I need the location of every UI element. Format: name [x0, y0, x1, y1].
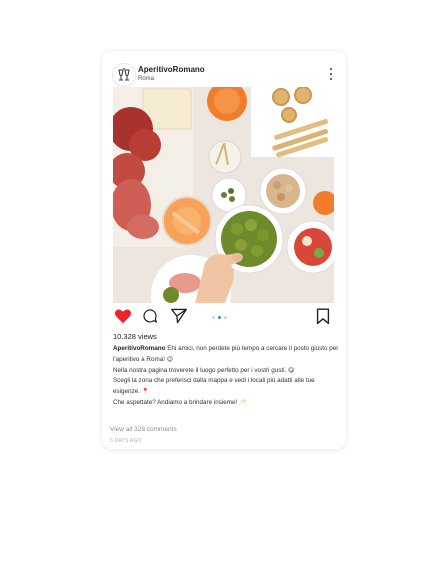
post-photo[interactable]: [113, 87, 334, 303]
post-timestamp: 5 DAYS AGO: [110, 438, 142, 444]
comment-bubble-icon: [143, 309, 157, 323]
aperitivo-table-image: [113, 87, 334, 303]
pin-emoji: 📍: [141, 389, 150, 396]
post-caption: AperitivoRomano Ehi amici, non perdete p…: [113, 344, 341, 409]
send-icon: [171, 308, 187, 324]
post-header: AperitivoRomano Roma: [112, 61, 336, 87]
view-comments-link[interactable]: View all 328 comments: [110, 426, 177, 433]
caption-line-2: Nella nostra pagina troverete il luogo p…: [113, 366, 287, 374]
post-username[interactable]: AperitivoRomano: [138, 65, 205, 74]
cheers-emoji: 🥂: [239, 399, 247, 406]
wink-emoji: 😉: [166, 356, 173, 363]
cheers-glasses-logo-icon: [118, 67, 130, 81]
view-count: 10.328 views: [113, 332, 157, 341]
carousel-dot-active: [218, 316, 221, 319]
yum-emoji: 😋: [288, 367, 295, 374]
share-button[interactable]: [170, 308, 188, 329]
caption-username[interactable]: AperitivoRomano: [113, 345, 165, 352]
like-button[interactable]: [114, 308, 132, 329]
more-vertical-icon[interactable]: [326, 66, 336, 82]
save-button[interactable]: [316, 308, 330, 330]
comment-button[interactable]: [142, 308, 158, 329]
bookmark-icon: [316, 308, 330, 325]
post-actions: [112, 307, 336, 329]
caption-line-4: Che aspettate? Andiamo a brindare insiem…: [113, 398, 238, 406]
profile-avatar[interactable]: [112, 63, 136, 87]
post-card: AperitivoRomano Roma 10.328 views Aperit…: [102, 51, 346, 449]
carousel-dot: [212, 316, 215, 319]
carousel-dot: [224, 316, 227, 319]
post-location[interactable]: Roma: [138, 76, 154, 82]
carousel-indicator: [212, 316, 227, 319]
heart-filled-icon: [115, 309, 131, 324]
